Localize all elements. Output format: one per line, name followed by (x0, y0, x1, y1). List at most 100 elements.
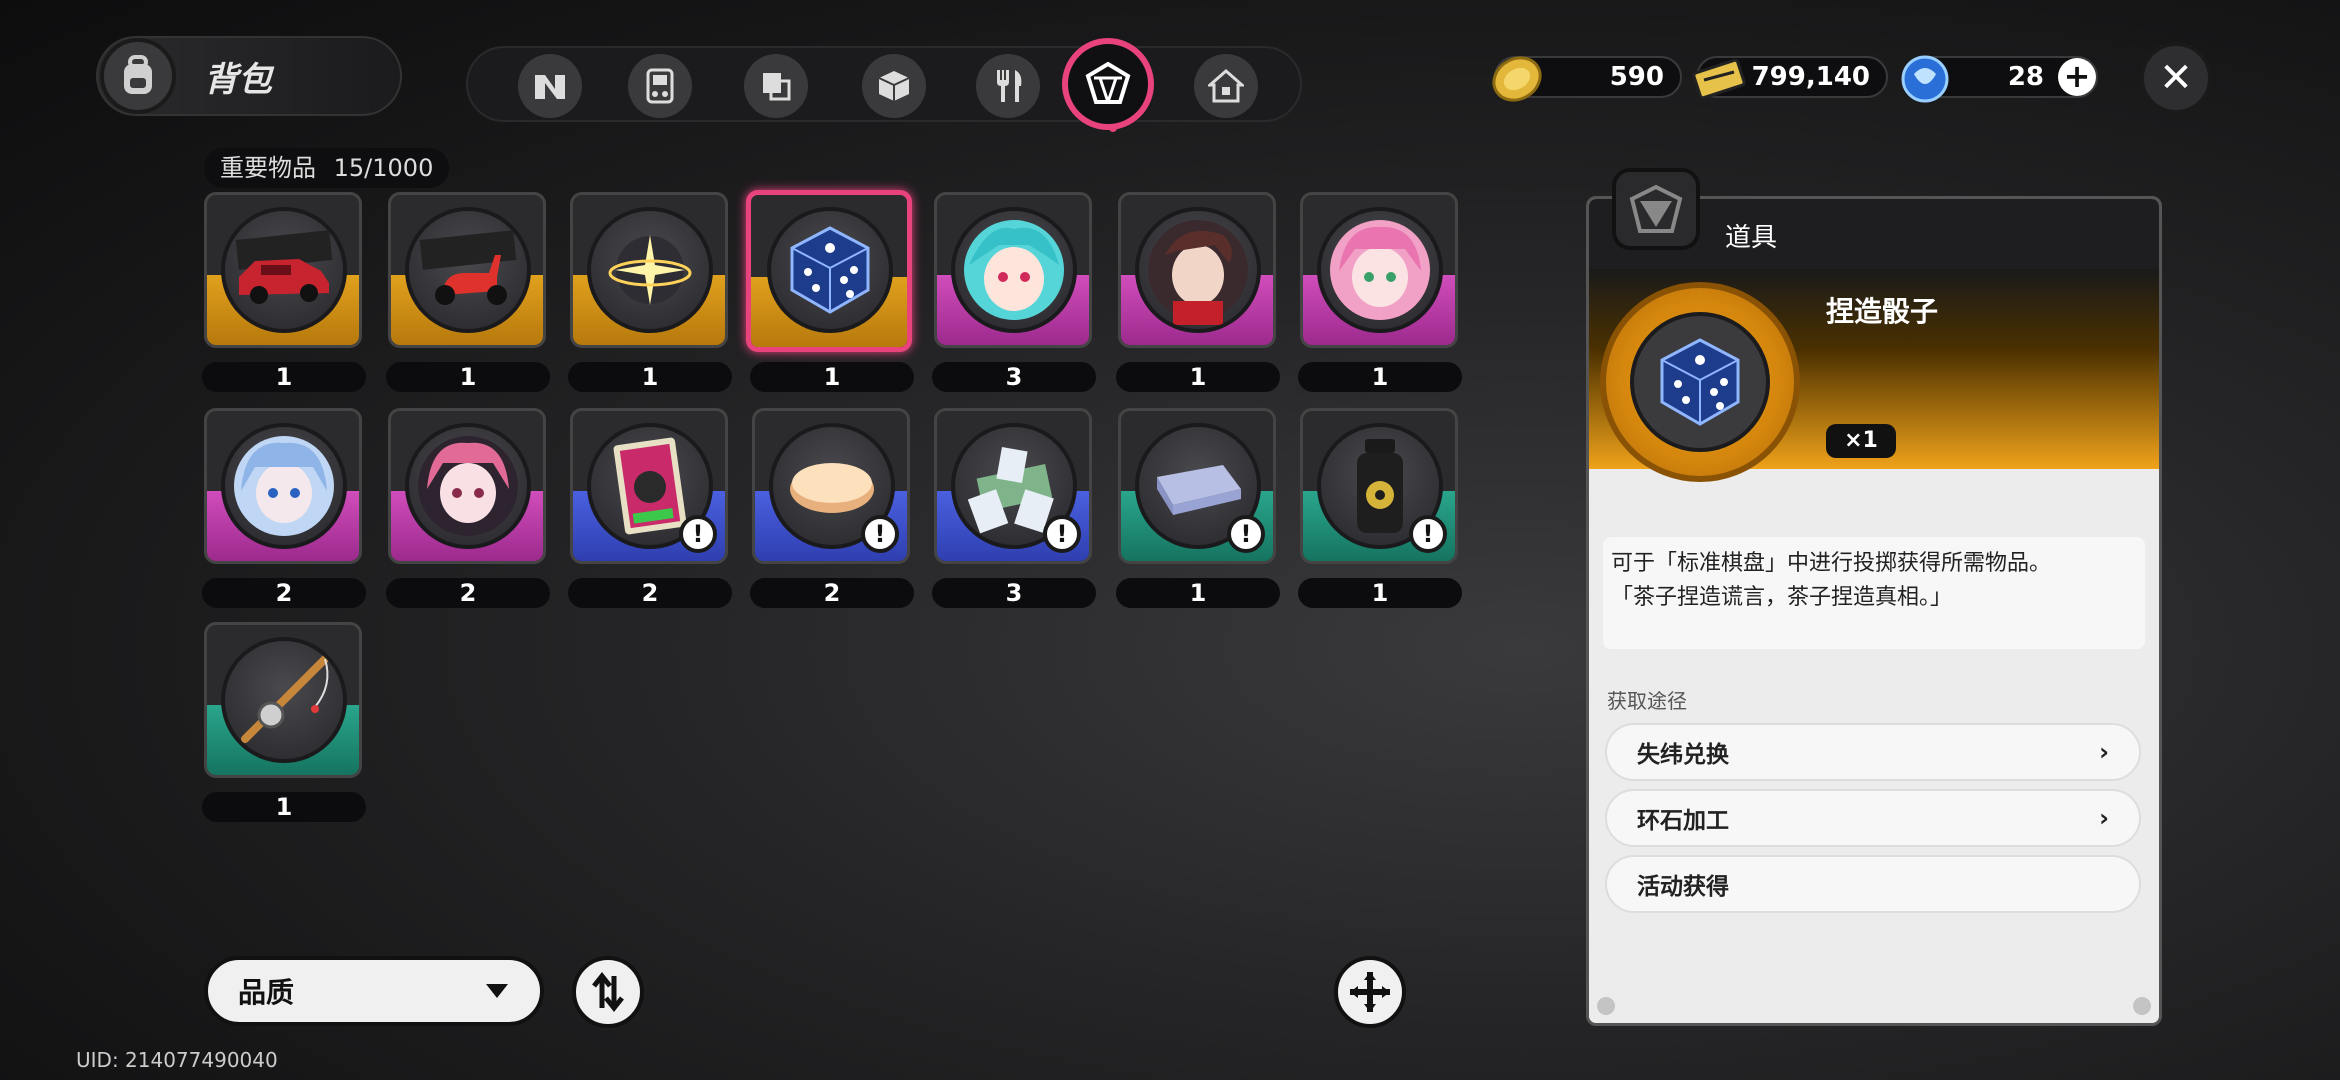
item-card-brown-hair-character[interactable] (1118, 192, 1276, 348)
alert-icon: ! (1409, 515, 1447, 553)
item-count: 1 (386, 362, 550, 392)
box-stack-icon (763, 73, 791, 101)
item-count: 1 (750, 362, 914, 392)
item-count: 2 (202, 578, 366, 608)
character-portrait-icon (221, 423, 347, 549)
item-count: 2 (568, 578, 732, 608)
fishing-rod-icon (221, 637, 347, 763)
tab-general[interactable] (518, 54, 582, 118)
item-card-cyan-hair-character[interactable] (934, 192, 1092, 348)
fork-knife-icon (997, 70, 1022, 102)
source-row[interactable]: 环石加工 › (1605, 789, 2141, 847)
page-title: 背包 (204, 60, 272, 100)
item-card-folded-blanket[interactable]: ! (1118, 408, 1276, 564)
alert-icon: ! (1043, 515, 1081, 553)
tab-key-items[interactable] (1062, 38, 1154, 130)
ticket-currency: 799,140 (1692, 56, 1888, 100)
crosshair-plus-icon (1350, 972, 1390, 1012)
source-row[interactable]: 失纬兑换 › (1605, 723, 2141, 781)
item-card-red-car[interactable] (204, 192, 362, 348)
corner-dot (1597, 997, 1615, 1015)
coin-amount: 590 (1609, 62, 1664, 92)
corner-dot (2133, 997, 2151, 1015)
item-count: 1 (1298, 362, 1462, 392)
chevron-right-icon: › (2099, 738, 2109, 766)
item-card-comic-book[interactable]: ! (570, 408, 728, 564)
active-tab-indicator (1109, 124, 1117, 132)
item-card-fishing-rod[interactable] (204, 622, 362, 778)
item-card-light-orb[interactable] (570, 192, 728, 348)
item-count: 1 (1116, 362, 1280, 392)
add-crystal-button[interactable]: + (2058, 58, 2096, 96)
close-icon: ✕ (2159, 55, 2193, 101)
item-card-blue-hair-character[interactable] (204, 408, 362, 564)
ticket-icon (1692, 58, 1746, 100)
description-line: 「茶子捏造谎言，茶子捏造真相。」 (1611, 585, 1953, 610)
item-type: 道具 (1725, 223, 1778, 253)
cube-icon (878, 71, 910, 101)
user-id: UID: 214077490040 (76, 1048, 278, 1072)
item-count: 3 (932, 362, 1096, 392)
item-count: 1 (202, 792, 366, 822)
tab-home[interactable] (1194, 54, 1258, 118)
character-portrait-icon (1317, 207, 1443, 333)
sort-arrows-icon (592, 972, 624, 1012)
source-row[interactable]: 活动获得 (1605, 855, 2141, 913)
ticket-amount: 799,140 (1751, 62, 1870, 92)
item-count: 1 (202, 362, 366, 392)
sort-order-button[interactable] (572, 956, 644, 1028)
dropdown-arrow-icon (486, 984, 508, 998)
item-card-blue-dice[interactable] (746, 190, 912, 352)
crystal-amount: 28 (2007, 62, 2044, 92)
house-icon (1208, 69, 1244, 103)
description-line: 可于「标准棋盘」中进行投掷获得所需物品。 (1611, 551, 2052, 576)
dice-icon (767, 207, 893, 333)
item-count: 1 (1116, 578, 1280, 608)
item-preview-medal (1600, 282, 1800, 482)
backpack-icon (100, 38, 176, 114)
key-items-icon (1085, 62, 1131, 104)
character-portrait-icon (951, 207, 1077, 333)
source-label: 获取途径 (1607, 689, 1687, 713)
item-count: 1 (1298, 578, 1462, 608)
dice-icon (1660, 338, 1740, 426)
item-count: 1 (568, 362, 732, 392)
source-label-text: 环石加工 (1637, 808, 1729, 834)
item-card-biohazard-bottle[interactable]: ! (1300, 408, 1458, 564)
item-quantity: ×1 (1826, 424, 1896, 458)
source-label-text: 失纬兑换 (1637, 742, 1729, 768)
red-car-icon (221, 207, 347, 333)
coin-currency: 590 (1492, 56, 1682, 102)
quality-sort-dropdown[interactable]: 品质 (204, 956, 544, 1026)
section-title: 重要物品 (220, 154, 316, 182)
chevron-right-icon: › (2099, 804, 2109, 832)
key-items-icon (1629, 184, 1683, 233)
item-card-cash-cards[interactable]: ! (934, 408, 1092, 564)
gameboy-icon (646, 68, 674, 104)
alert-icon: ! (1227, 515, 1265, 553)
n-logo-icon (535, 75, 565, 99)
item-count: 2 (386, 578, 550, 608)
source-label-text: 活动获得 (1637, 874, 1729, 900)
close-button[interactable]: ✕ (2140, 42, 2212, 114)
tab-food[interactable] (976, 54, 1040, 118)
crystal-icon (1901, 55, 1949, 103)
item-card-soap-bar[interactable]: ! (752, 408, 910, 564)
character-portrait-icon (1135, 207, 1261, 333)
item-count: 2 (750, 578, 914, 608)
character-portrait-icon (405, 423, 531, 549)
item-count: 3 (932, 578, 1096, 608)
multi-select-button[interactable] (1334, 956, 1406, 1028)
tab-cube[interactable] (862, 54, 926, 118)
item-card-pink-hair-character[interactable] (1300, 192, 1458, 348)
light-orb-icon (587, 207, 713, 333)
item-card-red-hair-character[interactable] (388, 408, 546, 564)
category-tab-bar (466, 46, 1302, 122)
item-description: 可于「标准棋盘」中进行投掷获得所需物品。 「茶子捏造谎言，茶子捏造真相。」 (1603, 537, 2145, 649)
scooter-icon (405, 207, 531, 333)
tab-materials[interactable] (744, 54, 808, 118)
tab-device[interactable] (628, 54, 692, 118)
section-count: 15/1000 (333, 154, 434, 182)
item-card-red-scooter[interactable] (388, 192, 546, 348)
sort-label: 品质 (238, 976, 295, 1009)
